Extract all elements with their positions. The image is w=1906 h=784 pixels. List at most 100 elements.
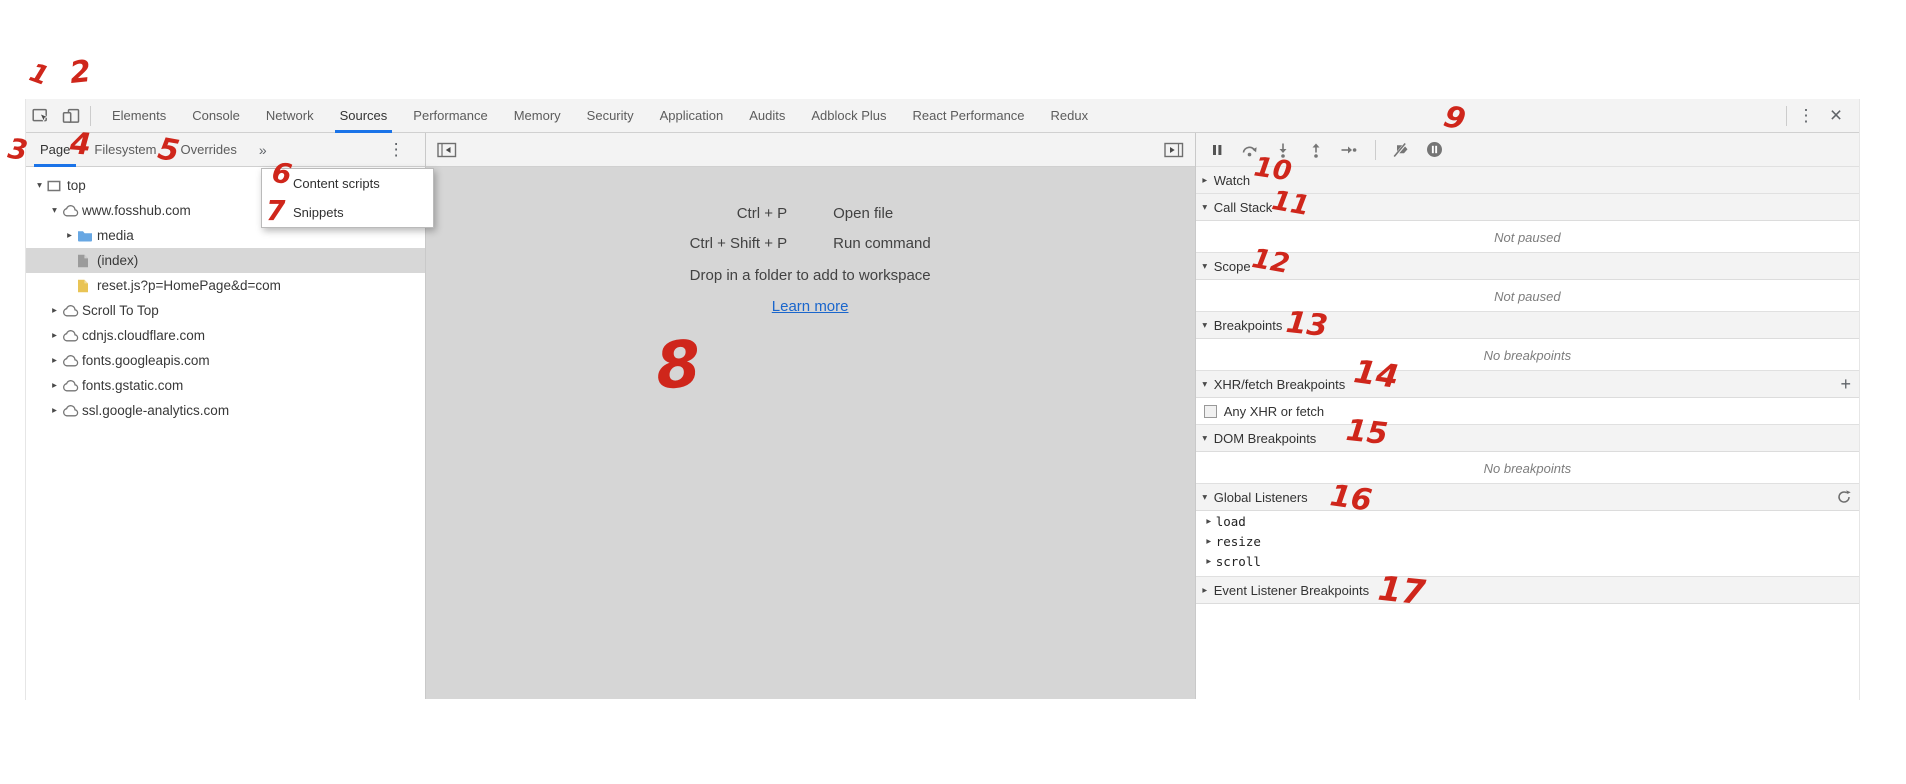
tab-react-performance[interactable]: React Performance [900,99,1038,133]
tab-memory[interactable]: Memory [501,99,574,133]
navigator-tab-filesystem[interactable]: Filesystem [82,133,168,167]
devtools-window: ElementsConsoleNetworkSourcesPerformance… [25,99,1860,700]
section-header-dom-breakpoints[interactable]: ▾DOM Breakpoints [1196,424,1859,452]
section-header-watch[interactable]: ▸Watch [1196,166,1859,194]
tree-item-label: cdnjs.cloudflare.com [82,328,205,343]
file-gray-icon [77,254,97,268]
device-toolbar-button[interactable] [56,102,86,130]
step-button[interactable] [1338,139,1360,161]
cloud-icon [62,330,82,342]
listener-load[interactable]: ▸load [1196,511,1859,531]
pause-button[interactable] [1206,139,1228,161]
listener-scroll[interactable]: ▸scroll [1196,551,1859,571]
editor-tab-bar [426,133,1195,167]
cloud-icon [62,205,82,217]
device-toolbar-icon [62,108,80,124]
tab-elements[interactable]: Elements [99,99,179,133]
chevron-down-icon: ▾ [1196,433,1214,444]
section-header-breakpoints[interactable]: ▾Breakpoints [1196,311,1859,339]
tree-item-scroll-to-top[interactable]: ▸Scroll To Top [26,298,425,323]
devtools-close-button[interactable]: × [1821,102,1851,130]
chevron-down-icon: ▾ [1196,320,1214,331]
listener-label: load [1216,514,1246,529]
checkbox-label: Any XHR or fetch [1224,404,1324,419]
step-into-button[interactable] [1272,139,1294,161]
cloud-icon [62,380,82,392]
inspect-element-button[interactable] [26,102,56,130]
chevron-right-icon[interactable]: ▸ [47,380,62,391]
step-icon [1340,143,1357,157]
learn-more-link[interactable]: Learn more [772,298,849,315]
tree-item-cdnjs-cloudflare-com[interactable]: ▸ cdnjs.cloudflare.com [26,323,425,348]
file-yellow-icon [77,279,97,293]
tab-sources[interactable]: Sources [327,99,401,133]
navigator-tabs: PageFilesystemOverrides [28,133,249,167]
tree-item-fonts-googleapis-com[interactable]: ▸fonts.googleapis.com [26,348,425,373]
tab-redux[interactable]: Redux [1038,99,1102,133]
hide-debugger-button[interactable] [1159,136,1189,164]
pause-on-exceptions-button[interactable] [1424,139,1446,161]
tree-item-label: fonts.gstatic.com [82,378,183,393]
drop-hint-text: Drop in a folder to add to workspace [690,267,931,284]
listener-resize[interactable]: ▸resize [1196,531,1859,551]
hide-navigator-button[interactable] [432,136,462,164]
tree-item-fonts-gstatic-com[interactable]: ▸ fonts.gstatic.com [26,373,425,398]
navigator-tab-overrides[interactable]: Overrides [169,133,249,167]
section-header-event-listener-breakpoints[interactable]: ▸Event Listener Breakpoints [1196,576,1859,604]
section-header-xhr-fetch-breakpoints[interactable]: ▾XHR/fetch Breakpoints+ [1196,370,1859,398]
inspect-icon [32,108,50,124]
devtools-more-options-button[interactable]: ⋮ [1791,102,1821,130]
frame-icon [47,180,67,192]
annotation-1: 1 [26,60,52,91]
file-tree: ▾top▾www.fosshub.com▸media(index)reset.j… [26,167,425,699]
navigator-tab-page[interactable]: Page [28,133,82,167]
tree-item-label: ssl.google-analytics.com [82,403,229,418]
tab-audits[interactable]: Audits [736,99,798,133]
chevron-right-icon[interactable]: ▸ [62,230,77,241]
deactivate-breakpoints-icon [1393,142,1410,157]
cloud-icon [62,305,82,317]
tab-console[interactable]: Console [179,99,253,133]
step-over-button[interactable] [1239,139,1261,161]
tab-application[interactable]: Application [647,99,737,133]
chevron-down-icon[interactable]: ▾ [32,180,47,191]
any-xhr-or-fetch-row: Any XHR or fetch [1196,398,1859,425]
tree-item-index[interactable]: (index) [26,248,425,273]
shortcut-keys: Ctrl + P [690,205,788,222]
tab-network[interactable]: Network [253,99,327,133]
section-title: Call Stack [1214,200,1273,215]
tab-performance[interactable]: Performance [400,99,500,133]
section-header-scope[interactable]: ▾Scope [1196,252,1859,280]
section-placeholder: No breakpoints [1196,452,1859,484]
chevron-right-icon[interactable]: ▸ [47,305,62,316]
menu-item-content-scripts[interactable]: Content scripts [262,169,433,198]
menu-item-snippets[interactable]: Snippets [262,198,433,227]
checkbox[interactable] [1204,405,1217,418]
add-xhr-breakpoint-button[interactable]: + [1840,375,1851,393]
section-title: Scope [1214,259,1251,274]
more-navigator-tabs-button[interactable]: » [249,142,277,158]
step-out-button[interactable] [1305,139,1327,161]
tree-item-ssl-google-analytics-com[interactable]: ▸ ssl.google-analytics.com [26,398,425,423]
tab-security[interactable]: Security [574,99,647,133]
main-toolbar: ElementsConsoleNetworkSourcesPerformance… [26,99,1859,133]
section-header-global-listeners[interactable]: ▾Global Listeners [1196,483,1859,511]
deactivate-breakpoints-button[interactable] [1391,139,1413,161]
shortcut-keys: Ctrl + Shift + P [690,235,788,252]
shortcut-list: Ctrl + POpen fileCtrl + Shift + PRun com… [690,205,931,252]
tree-item-label: top [67,178,86,193]
section-title: Global Listeners [1214,490,1308,505]
tab-adblock-plus[interactable]: Adblock Plus [798,99,899,133]
chevron-right-icon[interactable]: ▸ [47,330,62,341]
navigator-kebab-icon[interactable]: ⋮ [388,141,405,158]
tree-item-reset-js-p-homepage-d-com[interactable]: reset.js?p=HomePage&d=com [26,273,425,298]
step-into-icon [1276,142,1290,158]
chevron-right-icon[interactable]: ▸ [47,405,62,416]
page: ElementsConsoleNetworkSourcesPerformance… [0,0,1906,784]
chevron-down-icon: ▾ [1196,492,1214,503]
section-header-call-stack[interactable]: ▾Call Stack [1196,193,1859,221]
section-title: XHR/fetch Breakpoints [1214,377,1346,392]
chevron-down-icon[interactable]: ▾ [47,205,62,216]
chevron-right-icon[interactable]: ▸ [47,355,62,366]
refresh-global-listeners-button[interactable] [1837,490,1851,504]
